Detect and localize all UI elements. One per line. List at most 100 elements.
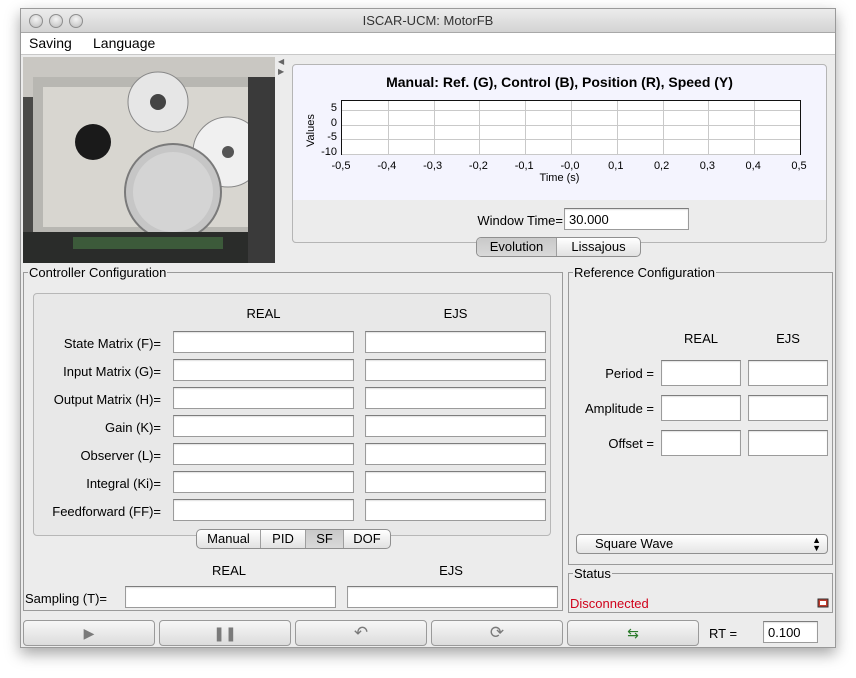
window-time-label: Window Time= [477,213,563,228]
plot-area[interactable] [341,100,801,155]
controller-row-label: Input Matrix (G)= [63,364,161,379]
select-arrows-icon: ▲ ▼ [812,535,821,553]
x-tick-label: 0,5 [791,160,807,172]
status-text: Disconnected [570,596,649,611]
mode-manual[interactable]: Manual [197,530,261,548]
refresh-button[interactable]: ⟳ [431,620,563,646]
reset-button[interactable]: ↶ [295,620,427,646]
x-axis-label: Time (s) [539,172,580,184]
connection-indicator-icon [817,597,829,612]
x-tick-label: -0,3 [423,160,443,172]
split-left-arrow-icon[interactable]: ◀ [278,57,284,66]
menu-bar: Saving Language [21,33,835,55]
reference-row-label: Period = [605,366,654,381]
pause-icon: ❚❚ [213,625,237,641]
window-title: ISCAR-UCM: MotorFB [362,13,494,28]
grid-line-horizontal [342,124,800,126]
reset-icon: ↶ [353,623,369,642]
grid-line-horizontal [342,109,800,111]
controller-row-real-input[interactable] [173,331,354,353]
play-button[interactable]: ▶ [23,620,155,646]
refresh-icon: ⟳ [489,623,505,642]
grid-line-horizontal [342,154,800,155]
sampling-ejs-header: EJS [439,563,463,578]
menu-saving[interactable]: Saving [29,35,72,51]
reference-row-ejs-input[interactable] [748,360,828,386]
reference-row-real-input[interactable] [661,395,741,421]
reference-configuration-legend: Reference Configuration [574,265,715,280]
x-tick-label: -0,4 [377,160,397,172]
controller-row-label: Output Matrix (H)= [53,392,161,407]
status-legend: Status [574,566,611,581]
controller-row-real-input[interactable] [173,415,354,437]
x-tick-label: -0,2 [468,160,488,172]
controller-real-header: REAL [246,306,281,321]
motor-camera-image [23,57,275,263]
pause-button[interactable]: ❚❚ [159,620,291,646]
tab-lissajous[interactable]: Lissajous [557,238,640,256]
reference-real-header: REAL [684,331,718,346]
controller-row-real-input[interactable] [173,387,354,409]
sampling-real-input[interactable] [125,586,336,608]
x-tick-label: 0,1 [608,160,624,172]
controller-row-real-input[interactable] [173,359,354,381]
split-right-arrow-icon[interactable]: ▶ [278,67,284,76]
controller-row-real-input[interactable] [173,471,354,493]
mode-dof[interactable]: DOF [344,530,390,548]
controller-mode-tabs: Manual PID SF DOF [196,529,391,549]
x-tick-label: 0,3 [699,160,716,172]
controller-row-label: Observer (L)= [80,448,161,463]
controller-row-label: Integral (Ki)= [86,476,161,491]
x-tick-label: 0,2 [653,160,670,172]
controller-row-ejs-input[interactable] [365,387,546,409]
connect-icon: ⇆ [627,625,639,641]
x-tick-label: -0,0 [560,160,580,172]
controller-row-ejs-input[interactable] [365,331,546,353]
plot-title: Manual: Ref. (G), Control (B), Position … [386,74,733,90]
connect-button[interactable]: ⇆ [567,620,699,646]
x-tick-label: -0,5 [331,160,351,172]
tab-evolution[interactable]: Evolution [477,238,557,256]
controller-row-ejs-input[interactable] [365,359,546,381]
controller-row-real-input[interactable] [173,443,354,465]
rt-input[interactable] [763,621,818,643]
y-tick-label: -10 [321,146,337,158]
sampling-label: Sampling (T)= [25,591,107,606]
reference-ejs-header: EJS [776,331,800,346]
controller-row-label: Feedforward (FF)= [52,504,161,519]
plot-view-tabs: Evolution Lissajous [476,237,641,257]
reference-row-real-input[interactable] [661,430,741,456]
grid-line-horizontal [342,139,800,141]
controller-row-ejs-input[interactable] [365,471,546,493]
controller-row-ejs-input[interactable] [365,415,546,437]
menu-language[interactable]: Language [93,35,155,51]
y-tick-label: 5 [330,101,337,114]
reference-row-ejs-input[interactable] [748,430,828,456]
x-tick-label: -0,1 [514,160,534,172]
waveform-select[interactable]: Square Wave ▲ ▼ [576,534,828,554]
x-tick-label: 0,4 [745,160,761,172]
reference-row-label: Offset = [608,436,654,451]
controller-configuration-legend: Controller Configuration [29,265,167,280]
waveform-select-value: Square Wave [595,536,674,551]
controller-row-label: State Matrix (F)= [63,336,161,351]
controller-row-ejs-input[interactable] [365,443,546,465]
controller-row-real-input[interactable] [173,499,354,521]
mode-pid[interactable]: PID [261,530,306,548]
controller-row-label: Gain (K)= [105,420,161,435]
mode-sf[interactable]: SF [306,530,344,548]
y-tick-label: -5 [327,131,337,144]
controller-ejs-header: EJS [443,306,468,321]
reference-row-real-input[interactable] [661,360,741,386]
window-time-input[interactable] [564,208,689,230]
play-icon: ▶ [83,625,95,641]
rt-label: RT = [709,626,738,641]
controller-row-ejs-input[interactable] [365,499,546,521]
sampling-real-header: REAL [212,563,246,578]
camera-view [23,57,275,263]
reference-row-label: Amplitude = [584,401,654,416]
y-tick-label: 0 [330,116,337,129]
sampling-ejs-input[interactable] [347,586,558,608]
reference-row-ejs-input[interactable] [748,395,828,421]
title-bar: ISCAR-UCM: MotorFB [21,9,835,33]
